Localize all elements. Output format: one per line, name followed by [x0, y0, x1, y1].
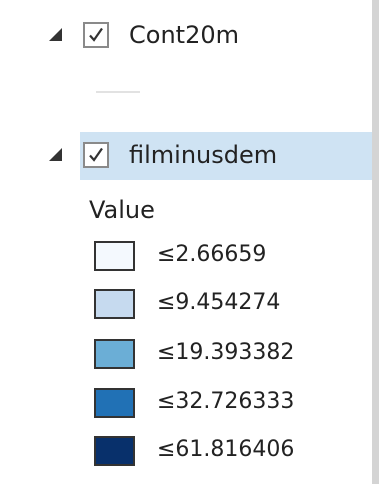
legend-class-item[interactable]: ≤32.726333 [94, 386, 354, 420]
layer-visibility-checkbox[interactable] [83, 22, 109, 48]
layer-row-filminusdem[interactable]: filminusdem [0, 132, 372, 180]
layer-name[interactable]: filminusdem [129, 140, 277, 170]
checkmark-icon [89, 147, 103, 162]
color-swatch[interactable] [94, 289, 135, 319]
color-swatch[interactable] [94, 436, 135, 466]
color-swatch[interactable] [94, 241, 135, 271]
layer-visibility-checkbox[interactable] [83, 142, 109, 168]
panel-right-border [372, 0, 379, 484]
legend-class-item[interactable]: ≤19.393382 [94, 337, 354, 371]
legend-class-label: ≤9.454274 [157, 290, 281, 315]
layer-name[interactable]: Cont20m [129, 20, 239, 50]
layer-row-cont20m[interactable]: Cont20m [0, 12, 372, 60]
line-symbol-swatch [96, 91, 140, 93]
color-swatch[interactable] [94, 339, 135, 369]
checkmark-icon [89, 27, 103, 42]
legend-class-label: ≤32.726333 [157, 389, 295, 414]
legend-class-item[interactable]: ≤61.816406 [94, 434, 354, 468]
legend-class-label: ≤61.816406 [157, 437, 295, 462]
legend-class-label: ≤19.393382 [157, 340, 295, 365]
expander-triangle-icon[interactable] [49, 148, 62, 161]
legend-heading: Value [89, 196, 155, 224]
color-swatch[interactable] [94, 388, 135, 418]
legend-class-label: ≤2.66659 [157, 242, 267, 267]
expander-triangle-icon[interactable] [49, 28, 62, 41]
legend-class-item[interactable]: ≤2.66659 [94, 239, 354, 273]
legend-class-item[interactable]: ≤9.454274 [94, 287, 354, 321]
